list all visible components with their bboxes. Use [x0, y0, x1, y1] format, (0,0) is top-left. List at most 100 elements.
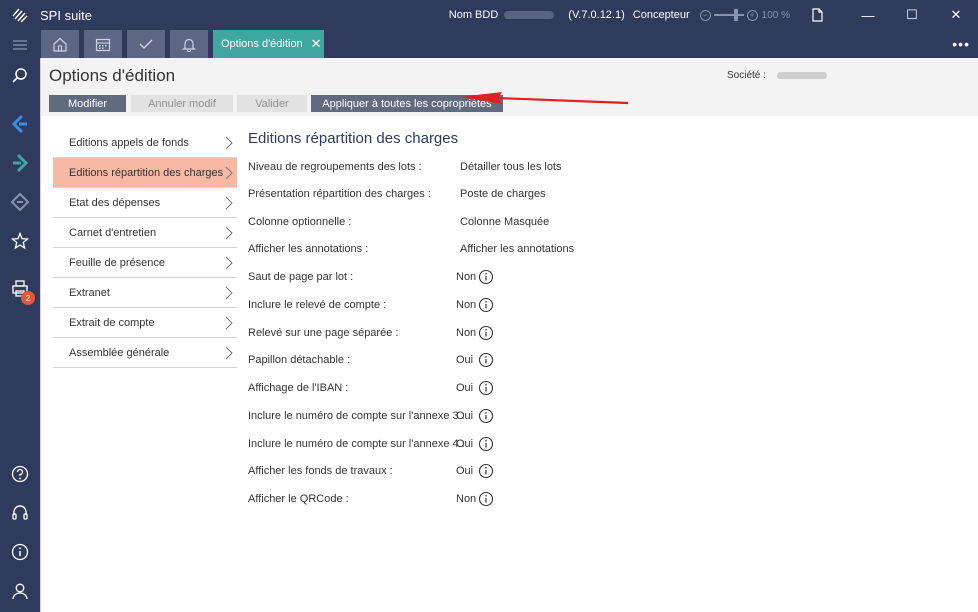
option-label: Inclure le numéro de compte sur l'annexe… [248, 438, 465, 450]
options-menu: Editions appels de fonds Editions répart… [53, 128, 237, 368]
menu-item-carnet-entretien[interactable]: Carnet d'entretien [53, 218, 237, 248]
role-label: Concepteur [632, 9, 690, 21]
menu-item-extranet[interactable]: Extranet [53, 278, 237, 308]
option-row: Papillon détachable : Oui [248, 352, 948, 370]
headset-icon[interactable] [0, 498, 40, 528]
option-row: Niveau de regroupements des lots : Détai… [248, 161, 948, 177]
info-icon[interactable] [478, 491, 494, 507]
chevron-right-icon [225, 136, 233, 150]
maximize-button[interactable]: ☐ [890, 0, 934, 30]
menu-item-label: Extrait de compte [69, 316, 155, 329]
menu-item-label: Extranet [69, 286, 110, 299]
page-title: Options d'édition [49, 66, 176, 85]
printer-icon[interactable]: 2 [0, 274, 40, 305]
modifier-button[interactable]: Modifier [49, 95, 126, 112]
menu-item-repartition-charges[interactable]: Editions répartition des charges [53, 158, 237, 188]
option-label: Inclure le relevé de compte : [248, 299, 387, 311]
option-label: Colonne optionnelle : [248, 216, 352, 228]
menu-item-label: Assemblée générale [69, 346, 170, 359]
title-bar: SPI suite Nom BDD (V.7.0.12.1) Concepteu… [0, 0, 978, 30]
zoom-slider[interactable] [713, 9, 744, 21]
info-icon[interactable] [478, 408, 494, 424]
db-name-label: Nom BDD [448, 9, 499, 21]
chevron-right-icon [225, 256, 233, 270]
option-label: Inclure le numéro de compte sur l'annexe… [248, 410, 465, 422]
info-icon[interactable] [0, 537, 40, 567]
societe-label: Société : [727, 70, 766, 81]
valider-button[interactable]: Valider [237, 95, 307, 112]
option-value: Non [456, 271, 477, 283]
option-value: Colonne Masquée [460, 216, 550, 228]
search-icon[interactable] [0, 61, 40, 91]
zoom-out-icon[interactable]: − [699, 9, 711, 21]
option-label: Papillon détachable : [248, 354, 351, 366]
chevron-right-icon [225, 316, 233, 330]
calendar-icon[interactable] [84, 30, 122, 58]
option-label: Niveau de regroupements des lots : [248, 161, 422, 173]
tab-options-edition[interactable]: Options d'édition ✕ [213, 30, 324, 58]
option-value: Non [456, 327, 477, 339]
menu-item-extrait-compte[interactable]: Extrait de compte [53, 308, 237, 338]
info-icon[interactable] [478, 380, 494, 396]
option-row: Afficher le QRCode : Non [248, 491, 948, 509]
document-icon[interactable] [802, 8, 832, 22]
tab-bar: Options d'édition ✕ ••• [40, 30, 978, 58]
option-value: Oui [456, 410, 474, 422]
info-icon[interactable] [478, 325, 494, 341]
option-label: Affichage de l'IBAN : [248, 382, 349, 394]
menu-item-assemblee-generale[interactable]: Assemblée générale [53, 338, 237, 368]
info-icon[interactable] [478, 297, 494, 313]
info-icon[interactable] [478, 269, 494, 285]
option-value: Poste de charges [460, 188, 546, 200]
minimize-button[interactable]: — [846, 0, 890, 30]
menu-item-label: Editions appels de fonds [69, 136, 189, 149]
option-value: Détailler tous les lots [460, 161, 562, 173]
option-row: Présentation répartition des charges : P… [248, 188, 948, 204]
societe-value [777, 72, 827, 79]
home-icon[interactable] [41, 30, 79, 58]
menu-item-label: Feuille de présence [69, 256, 166, 269]
option-row: Afficher les annotations : Afficher les … [248, 243, 948, 259]
option-label: Saut de page par lot : [248, 271, 354, 283]
option-row: Colonne optionnelle : Colonne Masquée [248, 216, 948, 232]
close-tab-icon[interactable]: ✕ [311, 36, 322, 52]
user-icon[interactable] [0, 576, 40, 606]
zoom-in-icon[interactable]: + [746, 9, 758, 21]
option-value: Oui [456, 465, 474, 477]
arrow-right-icon[interactable] [0, 148, 40, 178]
left-sidebar: 2 [0, 30, 40, 612]
option-row: Inclure le numéro de compte sur l'annexe… [248, 436, 948, 454]
menu-item-label: Carnet d'entretien [69, 226, 157, 239]
diamond-icon[interactable] [0, 187, 40, 217]
info-icon[interactable] [478, 352, 494, 368]
menu-item-appels-de-fonds[interactable]: Editions appels de fonds [53, 128, 237, 158]
star-icon[interactable] [0, 226, 40, 256]
close-window-button[interactable]: ✕ [934, 0, 978, 30]
more-options-icon[interactable]: ••• [952, 36, 970, 52]
menu-item-etat-depenses[interactable]: Etat des dépenses [53, 188, 237, 218]
app-title: SPI suite [40, 7, 93, 23]
option-row: Afficher les fonds de travaux : Oui [248, 463, 948, 481]
option-value: Non [456, 299, 477, 311]
bell-icon[interactable] [170, 30, 208, 58]
menu-item-label: Etat des dépenses [69, 196, 161, 209]
option-row: Affichage de l'IBAN : Oui [248, 380, 948, 398]
option-row: Inclure le numéro de compte sur l'annexe… [248, 408, 948, 426]
check-icon[interactable] [127, 30, 165, 58]
help-icon[interactable] [0, 459, 40, 489]
option-label: Afficher le QRCode : [248, 493, 349, 505]
menu-icon[interactable] [0, 30, 40, 60]
section-title: Editions répartition des charges [248, 130, 459, 147]
info-icon[interactable] [478, 436, 494, 452]
tab-label: Options d'édition [221, 38, 303, 50]
option-label: Afficher les annotations : [248, 243, 369, 255]
menu-item-feuille-presence[interactable]: Feuille de présence [53, 248, 237, 278]
info-icon[interactable] [478, 463, 494, 479]
zoom-control[interactable]: − + 100 % [699, 9, 790, 21]
main-content: Options d'édition Société : Modifier Ann… [40, 58, 978, 612]
chevron-right-icon [225, 286, 233, 300]
arrow-left-icon[interactable] [0, 109, 40, 139]
annuler-modif-button[interactable]: Annuler modif [131, 95, 233, 112]
option-value: Afficher les annotations [460, 243, 575, 255]
option-value: Oui [456, 382, 474, 394]
